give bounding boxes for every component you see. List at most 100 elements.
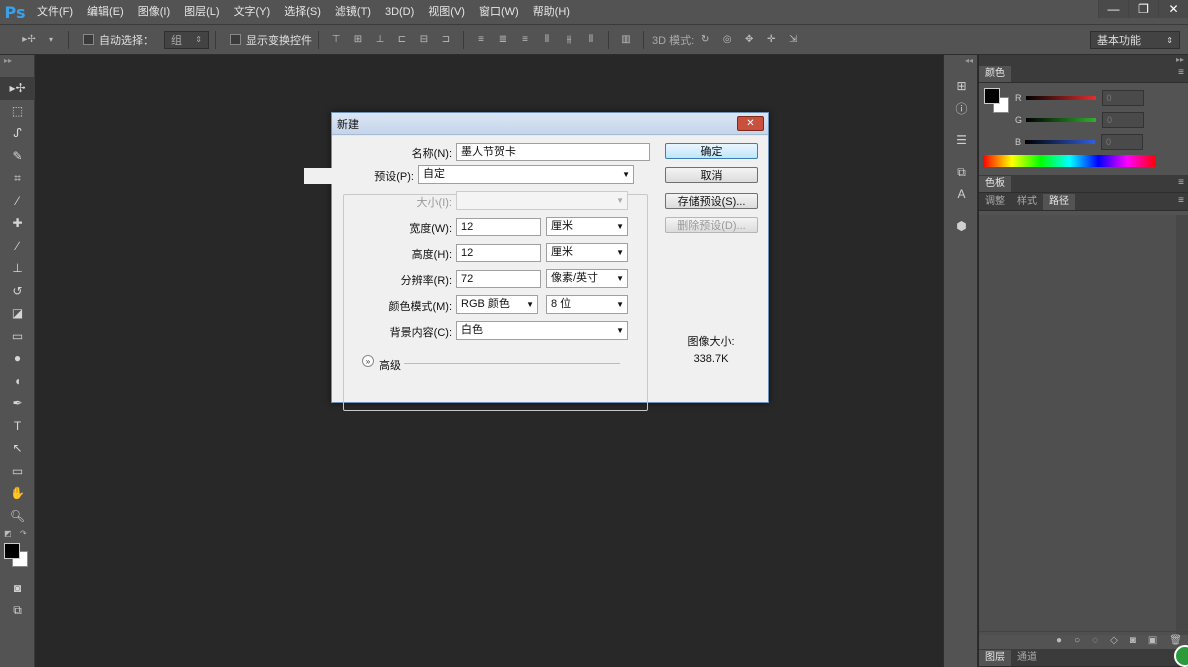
align-top-icon[interactable]: ⊤ <box>328 32 344 48</box>
menu-edit[interactable]: 编辑(E) <box>80 0 131 25</box>
auto-align-icon[interactable]: ▥ <box>618 32 634 48</box>
distribute-bottom-icon[interactable]: ≡ <box>517 32 533 48</box>
make-work-path-icon[interactable]: ◇ <box>1110 635 1118 646</box>
marquee-tool-icon[interactable]: ⬚ <box>0 100 35 123</box>
color-spectrum[interactable] <box>983 155 1156 167</box>
tab-channels[interactable]: 通道 <box>1011 650 1043 666</box>
workspace-dropdown[interactable]: 基本功能 ⇕ <box>1090 31 1180 49</box>
dialog-close-button[interactable]: ✕ <box>737 116 764 131</box>
menu-file[interactable]: 文件(F) <box>30 0 80 25</box>
paragraph-icon[interactable]: A <box>944 183 979 205</box>
stamp-tool-icon[interactable]: ⊥ <box>0 257 35 280</box>
quick-mask-icon[interactable]: ◙ <box>0 577 35 600</box>
quick-select-tool-icon[interactable]: ✎ <box>0 145 35 168</box>
blue-slider[interactable] <box>1025 140 1096 144</box>
name-input[interactable]: 墨人节贺卡 <box>456 143 650 161</box>
align-left-icon[interactable]: ⊏ <box>394 32 410 48</box>
3d-slide-icon[interactable]: ✛ <box>763 32 779 48</box>
red-slider[interactable] <box>1025 96 1096 100</box>
panel-expand-icon[interactable]: ◂◂ <box>944 55 977 75</box>
resolution-input[interactable]: 72 <box>456 270 541 288</box>
menu-type[interactable]: 文字(Y) <box>227 0 278 25</box>
width-unit-select[interactable]: 厘米 ▼ <box>546 217 628 236</box>
menu-filter[interactable]: 滤镜(T) <box>328 0 378 25</box>
tab-styles[interactable]: 样式 <box>1011 194 1043 210</box>
path-select-tool-icon[interactable]: ↖ <box>0 437 35 460</box>
save-preset-button[interactable]: 存储预设(S)... <box>665 193 758 209</box>
red-value-input[interactable]: 0 <box>1101 90 1144 106</box>
menu-window[interactable]: 窗口(W) <box>472 0 526 25</box>
preset-select[interactable]: 自定 ▼ <box>418 165 634 184</box>
panel-menu-icon[interactable]: ≡ <box>1178 177 1184 188</box>
color-mode-select[interactable]: RGB 颜色 ▼ <box>456 295 538 314</box>
brush-tool-icon[interactable]: ∕ <box>0 235 35 258</box>
align-bottom-icon[interactable]: ⊥ <box>372 32 388 48</box>
restore-button[interactable]: ❐ <box>1128 0 1158 18</box>
distribute-vcenter-icon[interactable]: ≣ <box>495 32 511 48</box>
default-colors-icon[interactable]: ◩ <box>4 529 12 538</box>
stroke-path-icon[interactable]: ○ <box>1074 635 1080 646</box>
3d-scale-icon[interactable]: ⇲ <box>785 32 801 48</box>
height-unit-select[interactable]: 厘米 ▼ <box>546 243 628 262</box>
auto-select-checkbox[interactable]: 自动选择： <box>83 32 154 48</box>
minimize-button[interactable]: — <box>1098 0 1128 18</box>
3d-rotate-icon[interactable]: ↻ <box>697 32 713 48</box>
3d-icon[interactable]: ⬢ <box>944 215 979 237</box>
background-select[interactable]: 白色 ▼ <box>456 321 628 340</box>
3d-roll-icon[interactable]: ◎ <box>719 32 735 48</box>
auto-select-dropdown[interactable]: 组 ⇕ <box>164 30 209 49</box>
menu-select[interactable]: 选择(S) <box>277 0 328 25</box>
lasso-tool-icon[interactable]: ᔑ <box>0 122 35 145</box>
blur-tool-icon[interactable]: ● <box>0 347 35 370</box>
add-mask-icon[interactable]: ◙ <box>1130 635 1136 646</box>
align-hcenter-icon[interactable]: ⊟ <box>416 32 432 48</box>
panel-collapse-icon[interactable]: ▸▸ <box>979 55 1188 65</box>
menu-help[interactable]: 帮助(H) <box>526 0 577 25</box>
distribute-hcenter-icon[interactable]: ⫵ <box>561 32 577 48</box>
advanced-expand-icon[interactable]: » <box>362 355 374 367</box>
properties-icon[interactable]: ☰ <box>944 129 979 151</box>
show-transform-checkbox[interactable]: 显示变换控件 <box>230 32 312 48</box>
tab-color[interactable]: 颜色 <box>979 66 1011 82</box>
panel-menu-icon[interactable]: ≡ <box>1178 67 1184 78</box>
panel-collapse-icon[interactable]: ▸▸ <box>0 55 34 77</box>
move-tool-icon[interactable]: ▸✢ <box>0 77 35 100</box>
height-input[interactable]: 12 <box>456 244 541 262</box>
swap-colors-icon[interactable]: ↷ <box>20 529 27 538</box>
menu-3d[interactable]: 3D(D) <box>378 0 421 25</box>
align-right-icon[interactable]: ⊐ <box>438 32 454 48</box>
info-icon[interactable]: ⓘ <box>944 97 979 119</box>
history-icon[interactable]: ⊞ <box>944 75 979 97</box>
distribute-top-icon[interactable]: ≡ <box>473 32 489 48</box>
character-icon[interactable]: ⧉ <box>944 161 979 183</box>
menu-image[interactable]: 图像(I) <box>131 0 177 25</box>
new-path-icon[interactable]: ▣ <box>1148 635 1157 646</box>
bit-depth-select[interactable]: 8 位 ▼ <box>546 295 628 314</box>
tab-swatches[interactable]: 色板 <box>979 176 1011 192</box>
foreground-color-swatch[interactable] <box>984 88 1000 104</box>
crop-tool-icon[interactable]: ⌗ <box>0 167 35 190</box>
tab-paths[interactable]: 路径 <box>1043 194 1075 210</box>
distribute-right-icon[interactable]: ⫴ <box>583 32 599 48</box>
screen-mode-icon[interactable]: ⧉ <box>0 600 35 623</box>
history-brush-icon[interactable]: ↺ <box>0 280 35 303</box>
3d-pan-icon[interactable]: ✥ <box>741 32 757 48</box>
dodge-tool-icon[interactable]: ◖ <box>0 370 35 393</box>
foreground-color-swatch[interactable] <box>4 543 20 559</box>
panel-menu-icon[interactable]: ≡ <box>1178 195 1184 206</box>
width-input[interactable]: 12 <box>456 218 541 236</box>
pen-tool-icon[interactable]: ✒ <box>0 392 35 415</box>
healing-tool-icon[interactable]: ✚ <box>0 212 35 235</box>
tool-preset-picker[interactable]: ▸✢ ▾ <box>18 32 62 48</box>
shape-tool-icon[interactable]: ▭ <box>0 460 35 483</box>
align-vcenter-icon[interactable]: ⊞ <box>350 32 366 48</box>
blue-value-input[interactable]: 0 <box>1101 134 1144 150</box>
hand-tool-icon[interactable]: ✋ <box>0 482 35 505</box>
fill-path-icon[interactable]: ● <box>1056 635 1062 646</box>
ok-button[interactable]: 确定 <box>665 143 758 159</box>
tab-adjustments[interactable]: 调整 <box>979 194 1011 210</box>
cancel-button[interactable]: 取消 <box>665 167 758 183</box>
delete-path-icon[interactable]: 🗑︎ <box>1169 635 1182 646</box>
eyedropper-tool-icon[interactable]: ⁄ <box>0 190 35 213</box>
green-slider[interactable] <box>1026 118 1097 122</box>
